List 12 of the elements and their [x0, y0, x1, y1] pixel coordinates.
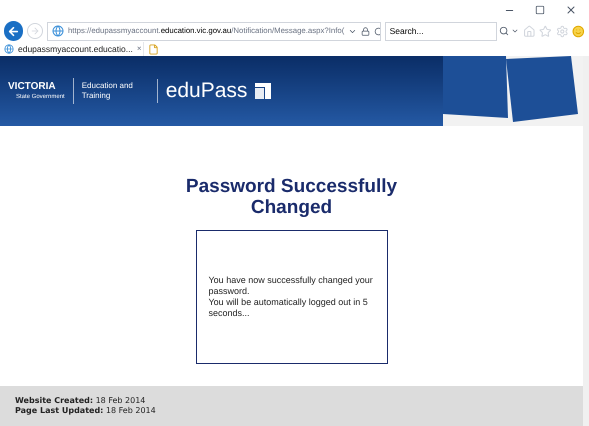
logo-word: VICTORIA — [8, 82, 57, 92]
footer-text: Website Created: 18 Feb 2014 — [15, 396, 146, 406]
search-field[interactable]: Search... — [384, 22, 497, 40]
message-text: You have now successfully changed your password. — [208, 275, 374, 297]
tab-title: edupassmyaccount.educatio... — [18, 42, 133, 56]
page-heading: Password Successfully Changed — [184, 176, 398, 218]
footer-text: Page Last Updated: 18 Feb 2014 — [15, 406, 157, 416]
tab-close[interactable]: × — [136, 43, 142, 55]
browser-tab[interactable]: edupassmyaccount.educatio... × — [4, 42, 144, 56]
product-name: eduPass — [166, 78, 248, 104]
message-text: You will be automatically logged out in 5 seconds... — [208, 297, 369, 319]
department-name: Education and Training — [82, 81, 134, 101]
